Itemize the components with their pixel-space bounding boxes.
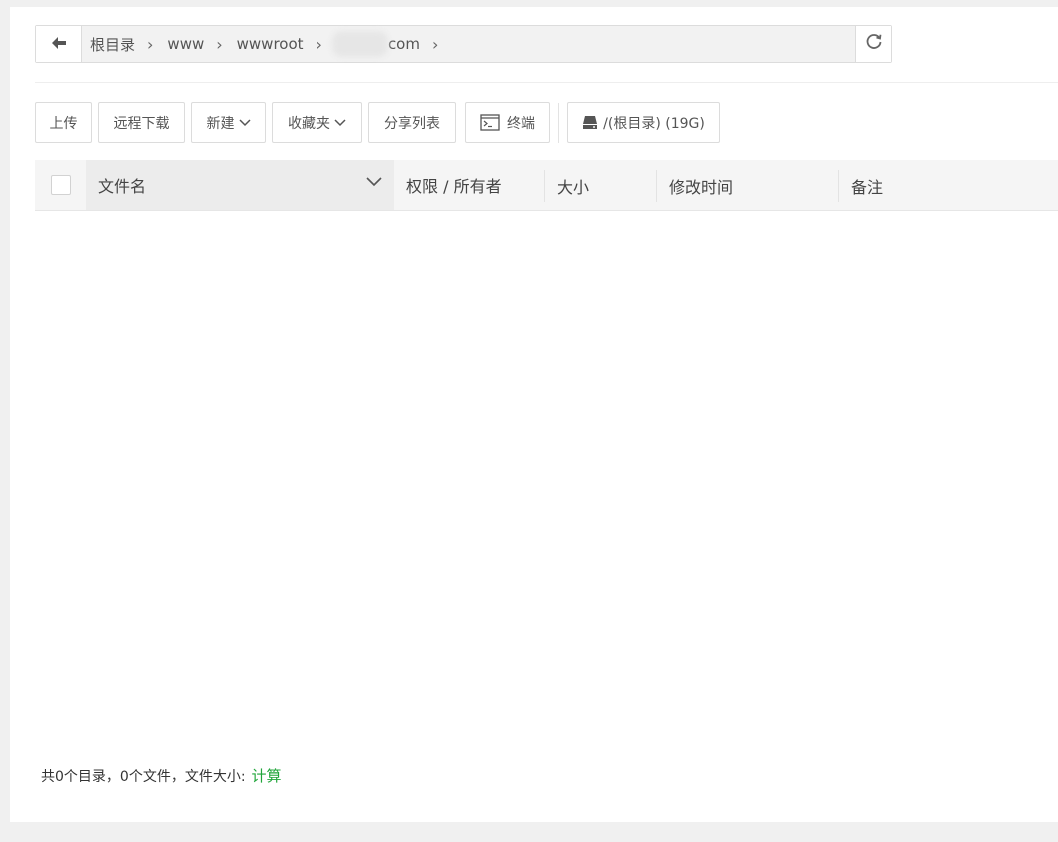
- toolbar-separator: [558, 102, 559, 143]
- refresh-button[interactable]: [855, 26, 891, 62]
- chevron-right-icon: ›: [431, 34, 439, 54]
- toolbar: 上传 远程下载 新建 收藏夹 分享列表 终端 /(根目录) (19G): [35, 102, 726, 143]
- favorites-dropdown-button[interactable]: 收藏夹: [272, 102, 362, 143]
- chevron-down-icon: [334, 118, 346, 127]
- chevron-down-icon[interactable]: [366, 177, 382, 187]
- upload-button[interactable]: 上传: [35, 102, 92, 143]
- path-bar: 根目录 › www › wwwroot › com ›: [35, 25, 892, 63]
- column-header-filename[interactable]: 文件名: [86, 160, 394, 210]
- new-dropdown-button[interactable]: 新建: [191, 102, 266, 143]
- terminal-button[interactable]: 终端: [465, 102, 550, 143]
- hard-drive-icon: [582, 115, 598, 130]
- breadcrumb-item-root[interactable]: 根目录 ›: [90, 34, 167, 55]
- disk-button[interactable]: /(根目录) (19G): [567, 102, 720, 143]
- terminal-icon: [480, 114, 500, 131]
- breadcrumb-item-domain[interactable]: com ›: [331, 31, 452, 57]
- back-button[interactable]: [36, 26, 82, 62]
- column-header-note[interactable]: 备注: [838, 170, 1058, 202]
- calculate-size-link[interactable]: 计算: [252, 765, 282, 786]
- divider: [35, 82, 1058, 83]
- select-all-checkbox[interactable]: [50, 175, 71, 195]
- remote-download-button[interactable]: 远程下载: [98, 102, 185, 143]
- arrow-left-icon: [51, 35, 67, 54]
- breadcrumb-item-wwwroot[interactable]: wwwroot ›: [237, 35, 336, 54]
- file-manager-panel: 根目录 › www › wwwroot › com › 上传 远程下载 新建 收…: [10, 7, 1058, 822]
- chevron-right-icon: ›: [315, 34, 322, 54]
- share-list-button[interactable]: 分享列表: [368, 102, 456, 143]
- column-header-permission-owner[interactable]: 权限 / 所有者: [394, 160, 544, 210]
- breadcrumb-item-www[interactable]: www ›: [167, 35, 236, 54]
- select-all-cell: [35, 160, 86, 210]
- column-header-modified-time[interactable]: 修改时间: [656, 170, 838, 202]
- chevron-down-icon: [238, 118, 251, 127]
- chevron-right-icon: ›: [147, 34, 154, 54]
- chevron-right-icon: ›: [216, 34, 223, 54]
- redacted-text-blur: [331, 31, 388, 57]
- file-summary: 共0个目录，0个文件，文件大小: 计算: [41, 765, 282, 786]
- breadcrumb[interactable]: 根目录 › www › wwwroot › com ›: [82, 26, 855, 62]
- refresh-icon: [865, 33, 883, 55]
- file-table-header: 文件名 权限 / 所有者 大小 修改时间 备注: [35, 160, 1058, 211]
- summary-text: 共0个目录，0个文件，文件大小:: [41, 768, 246, 785]
- column-header-size[interactable]: 大小: [544, 170, 656, 202]
